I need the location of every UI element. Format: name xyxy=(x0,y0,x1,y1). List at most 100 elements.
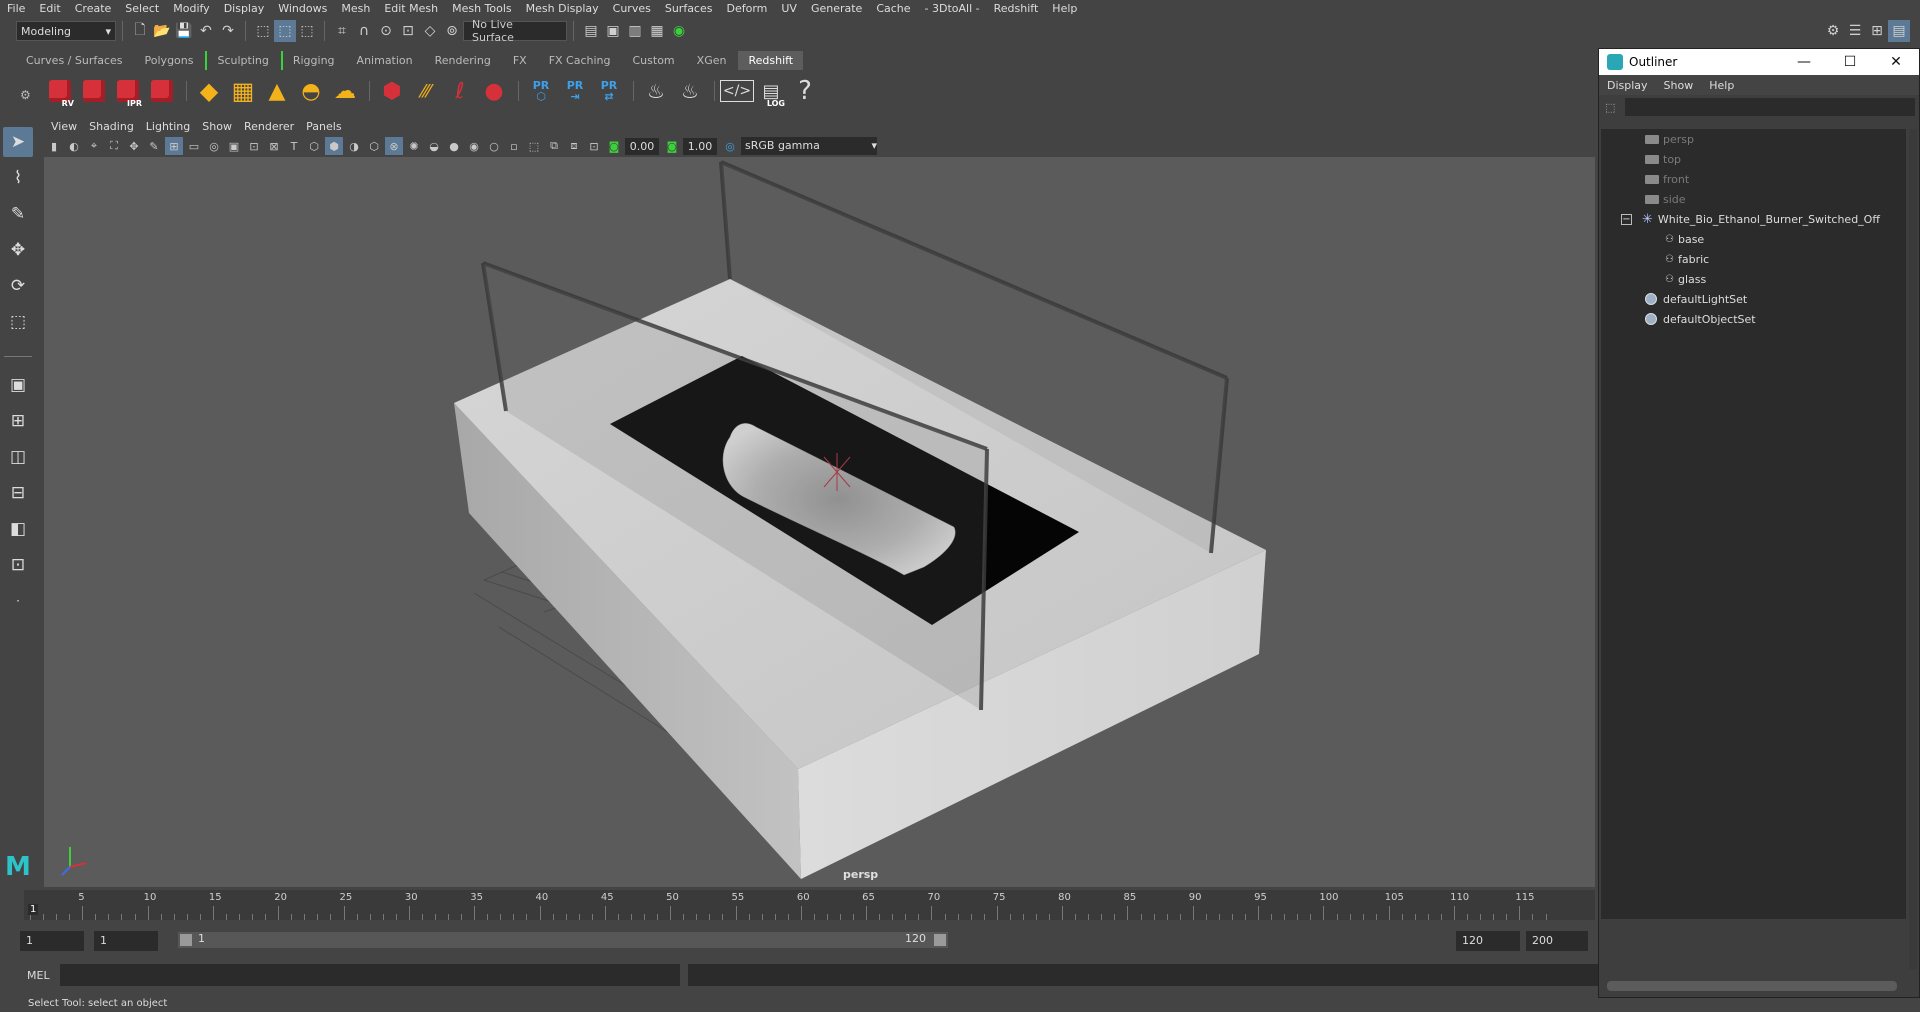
menu-mesh-display[interactable]: Mesh Display xyxy=(519,0,606,17)
render-settings-button[interactable] xyxy=(146,74,178,108)
volume-button[interactable]: ℓ xyxy=(444,74,476,108)
menu-surfaces[interactable]: Surfaces xyxy=(658,0,720,17)
single-view-button[interactable]: ▣ xyxy=(3,370,33,400)
side-by-side-button[interactable]: ◫ xyxy=(3,442,33,472)
image-plane-icon[interactable]: ⛶ xyxy=(105,137,123,155)
command-input[interactable] xyxy=(60,964,680,986)
spot-light-button[interactable]: ▲ xyxy=(261,74,293,108)
new-scene-icon[interactable]: 🗋 xyxy=(129,20,151,42)
pr-swap-button[interactable]: PR ⇄ xyxy=(593,74,625,108)
select-hierarchy-icon[interactable]: ⬚ xyxy=(252,20,274,42)
safe-action-icon[interactable]: ⊠ xyxy=(265,137,283,155)
render-frame-icon[interactable]: ▣ xyxy=(602,20,624,42)
toolbox-more-button[interactable]: · xyxy=(3,586,33,616)
shelf-settings-icon[interactable]: ⚙ xyxy=(20,88,31,102)
persp-graph-button[interactable]: ◧ xyxy=(3,514,33,544)
menu-cache[interactable]: Cache xyxy=(869,0,917,17)
render-button[interactable] xyxy=(78,74,110,108)
resolution-gate-icon[interactable]: ◎ xyxy=(205,137,223,155)
grid-toggle-icon[interactable]: ⊞ xyxy=(165,137,183,155)
gamma-field[interactable]: 1.00 xyxy=(683,137,717,155)
channel-box-icon[interactable]: ▤ xyxy=(1888,20,1910,42)
menu-display[interactable]: Display xyxy=(217,0,272,17)
sun-sky-button[interactable]: ☁ xyxy=(329,74,361,108)
ipr-button[interactable]: IPR xyxy=(112,74,144,108)
snap-curve-icon[interactable]: ∩ xyxy=(353,20,375,42)
shelf-tab-rigging[interactable]: Rigging xyxy=(280,51,345,70)
grease-pencil-icon[interactable]: ✎ xyxy=(145,137,163,155)
outliner-item-white-bio-ethanol-burner-switched-off[interactable]: − ✳ White_Bio_Ethanol_Burner_Switched_Off xyxy=(1601,209,1906,229)
pr-export-button[interactable]: PR ⬡ xyxy=(525,74,557,108)
exposure-field[interactable]: 0.00 xyxy=(625,137,659,155)
viewport-menu-panels[interactable]: Panels xyxy=(300,118,347,135)
motion-blur-icon[interactable]: ◉ xyxy=(465,137,483,155)
menu-generate[interactable]: Generate xyxy=(804,0,869,17)
safe-title-icon[interactable]: T xyxy=(285,137,303,155)
outliner-search-input[interactable] xyxy=(1625,98,1915,116)
snap-point-icon[interactable]: ⊙ xyxy=(375,20,397,42)
menu-edit-mesh[interactable]: Edit Mesh xyxy=(377,0,445,17)
wireframe-on-shaded-icon[interactable]: ⬡ xyxy=(365,137,383,155)
lasso-tool-button[interactable]: ⌇ xyxy=(3,163,33,193)
persp-outliner-button[interactable]: ⊡ xyxy=(3,550,33,580)
outliner-item-front[interactable]: front xyxy=(1601,169,1906,189)
shelf-tab-xgen[interactable]: XGen xyxy=(686,51,737,70)
hypershade-icon[interactable]: ◉ xyxy=(668,20,690,42)
render-view-button[interactable]: RV xyxy=(44,74,76,108)
log-button[interactable]: ▤ LOG xyxy=(755,74,787,109)
xray-joints-icon[interactable]: ⧈ xyxy=(565,137,583,155)
smooth-shade-icon[interactable]: ⬢ xyxy=(325,137,343,155)
outliner-item-glass[interactable]: ⚇ glass xyxy=(1601,269,1906,289)
help-button[interactable]: ? xyxy=(789,74,821,108)
exposure-icon[interactable]: ◙ xyxy=(605,137,623,155)
menu-create[interactable]: Create xyxy=(68,0,119,17)
animation-start-field[interactable]: 1 xyxy=(20,931,84,951)
select-camera-icon[interactable]: ▮ xyxy=(45,137,63,155)
field-chart-icon[interactable]: ⊡ xyxy=(245,137,263,155)
outliner-menu-show[interactable]: Show xyxy=(1656,79,1702,92)
light-diamond-button[interactable]: ◆ xyxy=(193,74,225,108)
collapse-icon[interactable]: − xyxy=(1621,213,1632,225)
outliner-menu-help[interactable]: Help xyxy=(1701,79,1742,92)
menu-redshift[interactable]: Redshift xyxy=(987,0,1046,17)
menu-deform[interactable]: Deform xyxy=(719,0,774,17)
camera-attributes-icon[interactable]: ◐ xyxy=(65,137,83,155)
range-end-handle[interactable] xyxy=(934,934,946,946)
playback-end-field[interactable]: 120 xyxy=(1456,931,1520,951)
modeling-toolkit-icon[interactable]: ⚙ xyxy=(1822,20,1844,42)
current-frame-marker[interactable]: 1 xyxy=(28,904,39,915)
shelf-tab-sculpting[interactable]: Sculpting xyxy=(205,51,279,70)
select-object-icon[interactable]: ⬚ xyxy=(274,20,296,42)
menu-modify[interactable]: Modify xyxy=(166,0,216,17)
outliner-item-persp[interactable]: persp xyxy=(1601,129,1906,149)
paint-select-button[interactable]: ✎ xyxy=(3,199,33,229)
ipr-render-icon[interactable]: ▥ xyxy=(624,20,646,42)
xray-icon[interactable]: ⧉ xyxy=(545,137,563,155)
hair-button[interactable]: ⁄⁄⁄ xyxy=(410,74,442,108)
viewport-menu-show[interactable]: Show xyxy=(196,118,238,135)
shelf-tab-rendering[interactable]: Rendering xyxy=(424,51,501,70)
viewport-menu-view[interactable]: View xyxy=(45,118,83,135)
bake-all-button[interactable]: ♨ xyxy=(674,74,706,108)
minimize-icon[interactable]: — xyxy=(1781,49,1827,75)
snap-surface-icon[interactable]: ◇ xyxy=(419,20,441,42)
shelf-tab-curves-surfaces[interactable]: Curves / Surfaces xyxy=(16,51,133,70)
viewport-menu-lighting[interactable]: Lighting xyxy=(140,118,196,135)
shelf-tab-redshift[interactable]: Redshift xyxy=(738,51,804,70)
scale-tool-button[interactable]: ⬚ xyxy=(3,307,33,337)
depth-of-field-icon[interactable]: ▫ xyxy=(505,137,523,155)
bookmark-icon[interactable]: ⌖ xyxy=(85,137,103,155)
view-transform-select[interactable]: sRGB gamma ▾ xyxy=(741,137,877,155)
outliner-item-base[interactable]: ⚇ base xyxy=(1601,229,1906,249)
stacked-view-button[interactable]: ⊟ xyxy=(3,478,33,508)
live-surface-field[interactable]: No Live Surface xyxy=(463,18,567,44)
filter-icon[interactable]: ⬚ xyxy=(1605,101,1621,114)
range-start-handle[interactable] xyxy=(180,934,192,946)
menu-3dtoall[interactable]: - 3DtoAll - xyxy=(918,0,987,17)
use-all-lights-icon[interactable]: ✺ xyxy=(405,137,423,155)
menu-windows[interactable]: Windows xyxy=(271,0,334,17)
snap-view-icon[interactable]: ⊡ xyxy=(397,20,419,42)
menu-file[interactable]: File xyxy=(0,0,32,17)
undo-icon[interactable]: ↶ xyxy=(195,20,217,42)
outliner-item-fabric[interactable]: ⚇ fabric xyxy=(1601,249,1906,269)
